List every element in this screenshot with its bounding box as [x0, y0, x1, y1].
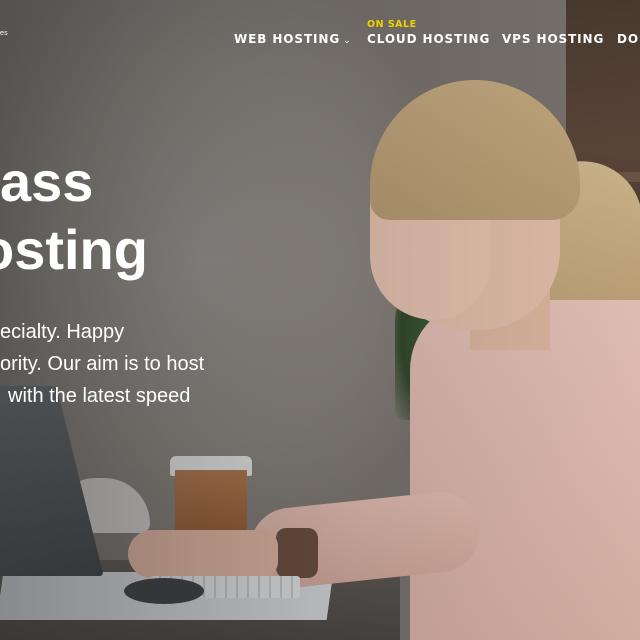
nav-cloud-hosting-label: CLOUD HOSTING [367, 32, 491, 46]
nav-vps-hosting[interactable]: VPS HOSTING [502, 32, 604, 46]
hero-description-line-2: ority. Our aim is to host [0, 353, 205, 375]
site-logo[interactable]: es [0, 30, 8, 37]
nav-domains[interactable]: DOM [617, 32, 640, 46]
nav-vps-hosting-label: VPS HOSTING [502, 32, 605, 46]
hero-title: ass osting [0, 148, 148, 284]
on-sale-badge: ON SALE [367, 19, 417, 30]
main-navigation: ON SALE WEB HOSTING ⌄ CLOUD HOSTING VPS H… [234, 0, 640, 60]
hero-description: ecialty. Happy ority. Our aim is to host… [0, 316, 204, 412]
hero-description-line-1: ecialty. Happy [0, 321, 125, 343]
nav-web-hosting[interactable]: WEB HOSTING ⌄ [234, 32, 352, 46]
hero-title-line-2: osting [0, 218, 148, 281]
chevron-down-icon: ⌄ [343, 36, 352, 46]
nav-domains-label: DOM [617, 32, 640, 46]
hero-title-line-1: ass [0, 150, 94, 213]
hosting-landing-page: es ON SALE WEB HOSTING ⌄ CLOUD HOSTING VP… [0, 0, 640, 640]
nav-cloud-hosting[interactable]: CLOUD HOSTING [367, 32, 490, 46]
nav-web-hosting-label: WEB HOSTING [234, 32, 341, 46]
hero-description-line-3: with the latest speed [8, 385, 191, 407]
